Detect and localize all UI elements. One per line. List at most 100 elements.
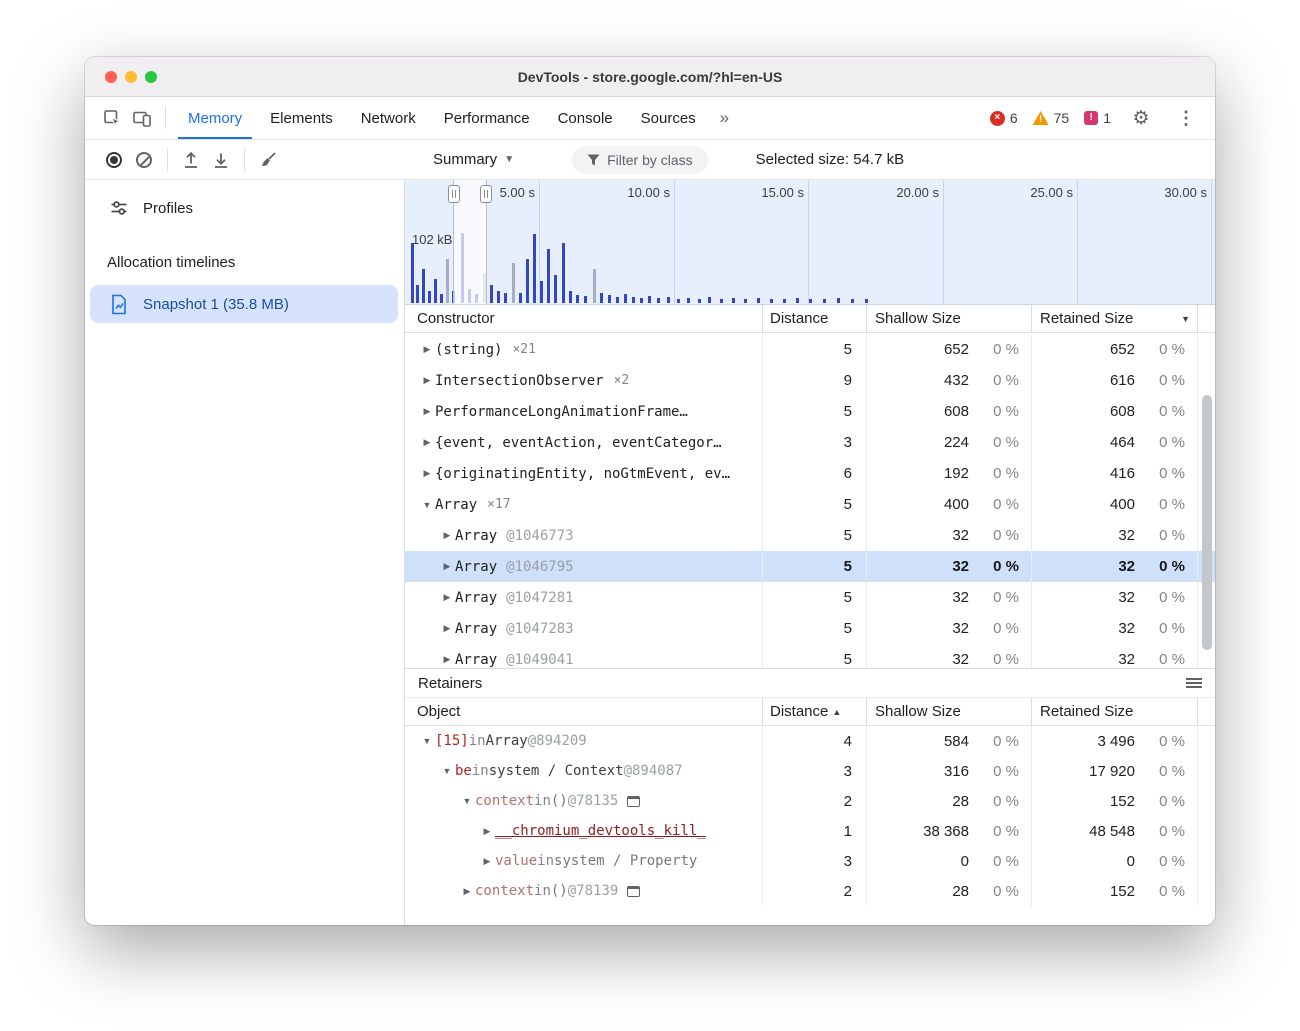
- shallow-size-cell: 3160 %: [866, 756, 1031, 786]
- timeline-bar: [547, 249, 550, 303]
- retained-size-cell-percent: 0 %: [1135, 763, 1197, 780]
- expand-arrow-icon[interactable]: ▼: [459, 796, 475, 806]
- settings-gear-icon[interactable]: ⚙: [1126, 103, 1156, 133]
- shallow-size-cell-value: 608: [867, 403, 969, 420]
- expand-arrow-icon[interactable]: ▶: [479, 856, 495, 867]
- column-header-retained-size[interactable]: Retained Size: [1031, 698, 1197, 725]
- table-row[interactable]: ▼Array×1754000 %4000 %: [405, 489, 1215, 520]
- load-profile-button[interactable]: [176, 145, 206, 175]
- expand-arrow-icon[interactable]: ▼: [419, 500, 435, 510]
- expand-arrow-icon[interactable]: ▼: [419, 736, 435, 746]
- column-header-constructor[interactable]: Constructor: [405, 305, 762, 332]
- clear-button[interactable]: [129, 145, 159, 175]
- timeline-bar: [519, 293, 522, 303]
- expand-arrow-icon[interactable]: ▶: [439, 592, 455, 603]
- tab-performance[interactable]: Performance: [430, 97, 544, 139]
- minimize-button[interactable]: [125, 71, 137, 83]
- retained-size-cell-percent: 0 %: [1135, 434, 1197, 451]
- warning-count-badge[interactable]: ! 75: [1033, 110, 1070, 126]
- expand-arrow-icon[interactable]: ▶: [439, 623, 455, 634]
- selection-handle-right[interactable]: [480, 185, 492, 203]
- shallow-size-cell-percent: 0 %: [969, 496, 1031, 513]
- expand-arrow-icon[interactable]: ▶: [419, 406, 435, 417]
- table-row[interactable]: ▶Array@10472835320 %320 %: [405, 613, 1215, 644]
- device-toolbar-icon[interactable]: [127, 103, 157, 133]
- scrollbar-thumb[interactable]: [1202, 395, 1212, 650]
- tab-memory[interactable]: Memory: [174, 97, 256, 139]
- clear-all-profiles-icon[interactable]: [253, 145, 283, 175]
- expand-arrow-icon[interactable]: ▶: [419, 437, 435, 448]
- column-header-distance[interactable]: Distance: [762, 305, 866, 332]
- object-id: @1046795: [506, 559, 573, 575]
- timeline-bar: [434, 279, 437, 303]
- reveal-icon[interactable]: [627, 886, 640, 897]
- table-row[interactable]: ▶Array@10467955320 %320 %: [405, 551, 1215, 582]
- retained-size-cell: 00 %: [1031, 846, 1197, 876]
- error-count-badge[interactable]: × 6: [990, 110, 1018, 126]
- distance-cell: 5: [762, 334, 866, 365]
- more-tabs-button[interactable]: »: [710, 97, 739, 139]
- expand-arrow-icon[interactable]: ▶: [419, 375, 435, 386]
- expand-arrow-icon[interactable]: ▶: [439, 530, 455, 541]
- expand-arrow-icon[interactable]: ▼: [439, 766, 455, 776]
- table-row[interactable]: ▼be in system / Context @89408733160 %17…: [405, 756, 1215, 786]
- table-row[interactable]: ▶Array@10472815320 %320 %: [405, 582, 1215, 613]
- table-row[interactable]: ▶{event, eventAction, eventCategor…32240…: [405, 427, 1215, 458]
- reveal-icon[interactable]: [627, 796, 640, 807]
- table-row[interactable]: ▶Array@10490415320 %320 %: [405, 644, 1215, 668]
- selection-handle-left[interactable]: [448, 185, 460, 203]
- expand-arrow-icon[interactable]: ▶: [479, 826, 495, 837]
- record-heap-button[interactable]: [99, 145, 129, 175]
- timeline-selection-window[interactable]: [453, 180, 487, 304]
- shallow-size-cell: 4320 %: [866, 365, 1031, 396]
- table-row[interactable]: ▶(string)×2156520 %6520 %: [405, 334, 1215, 365]
- filter-by-class-input[interactable]: Filter by class: [572, 146, 708, 174]
- snapshot-item[interactable]: Snapshot 1 (35.8 MB): [90, 285, 398, 323]
- expand-arrow-icon[interactable]: ▶: [459, 886, 475, 897]
- retained-size-cell: 4640 %: [1031, 427, 1197, 458]
- table-row[interactable]: ▶value in system / Property300 %00 %: [405, 846, 1215, 876]
- hamburger-menu-icon[interactable]: [1186, 678, 1202, 688]
- save-profile-button[interactable]: [206, 145, 236, 175]
- summary-dropdown[interactable]: Summary ▼: [433, 151, 514, 168]
- table-row[interactable]: ▼context in () @781352280 %1520 %: [405, 786, 1215, 816]
- expand-arrow-icon[interactable]: ▶: [419, 468, 435, 479]
- column-header-retained-size[interactable]: Retained Size ▼: [1031, 305, 1197, 332]
- distance-cell: 3: [762, 846, 866, 876]
- tab-elements[interactable]: Elements: [256, 97, 347, 139]
- issue-count-badge[interactable]: ! 1: [1084, 110, 1111, 126]
- timeline-chart[interactable]: 102 kB 5.00 s10.00 s15.00 s20.00 s25.00 …: [405, 180, 1215, 305]
- shallow-size-cell: 4000 %: [866, 489, 1031, 520]
- table-row[interactable]: ▶context in () @781392280 %1520 %: [405, 876, 1215, 906]
- object-id: @1046773: [506, 528, 573, 544]
- table-row[interactable]: ▼[15] in Array @89420945840 %3 4960 %: [405, 726, 1215, 756]
- column-header-distance[interactable]: Distance ▲: [762, 698, 866, 725]
- scrollbar[interactable]: [1201, 337, 1213, 662]
- table-row[interactable]: ▶IntersectionObserver×294320 %6160 %: [405, 365, 1215, 396]
- expand-arrow-icon[interactable]: ▶: [419, 344, 435, 355]
- shallow-size-cell-percent: 0 %: [969, 341, 1031, 358]
- table-row[interactable]: ▶{originatingEntity, noGtmEvent, ev…6192…: [405, 458, 1215, 489]
- zoom-button[interactable]: [145, 71, 157, 83]
- column-header-shallow-size[interactable]: Shallow Size: [866, 698, 1031, 725]
- object-id: @1047283: [506, 621, 573, 637]
- tab-sources[interactable]: Sources: [627, 97, 710, 139]
- object-text: Array: [486, 733, 528, 749]
- inspect-icon[interactable]: [97, 103, 127, 133]
- table-row[interactable]: ▶__chromium_devtools_kill_138 3680 %48 5…: [405, 816, 1215, 846]
- timeline-bar: [540, 281, 543, 303]
- column-header-object[interactable]: Object: [405, 698, 762, 725]
- kebab-menu-icon[interactable]: ⋮: [1171, 103, 1201, 133]
- timeline-bar: [865, 299, 868, 303]
- close-button[interactable]: [105, 71, 117, 83]
- expand-arrow-icon[interactable]: ▶: [439, 561, 455, 572]
- tab-console[interactable]: Console: [544, 97, 627, 139]
- column-header-shallow-size[interactable]: Shallow Size: [866, 305, 1031, 332]
- expand-arrow-icon[interactable]: ▶: [439, 654, 455, 665]
- shallow-size-cell-value: 0: [867, 853, 969, 870]
- tab-network[interactable]: Network: [347, 97, 430, 139]
- table-row[interactable]: ▶Array@10467735320 %320 %: [405, 520, 1215, 551]
- table-row[interactable]: ▶PerformanceLongAnimationFrame…56080 %60…: [405, 396, 1215, 427]
- retained-size-cell: 6520 %: [1031, 334, 1197, 365]
- shallow-size-cell: 6080 %: [866, 396, 1031, 427]
